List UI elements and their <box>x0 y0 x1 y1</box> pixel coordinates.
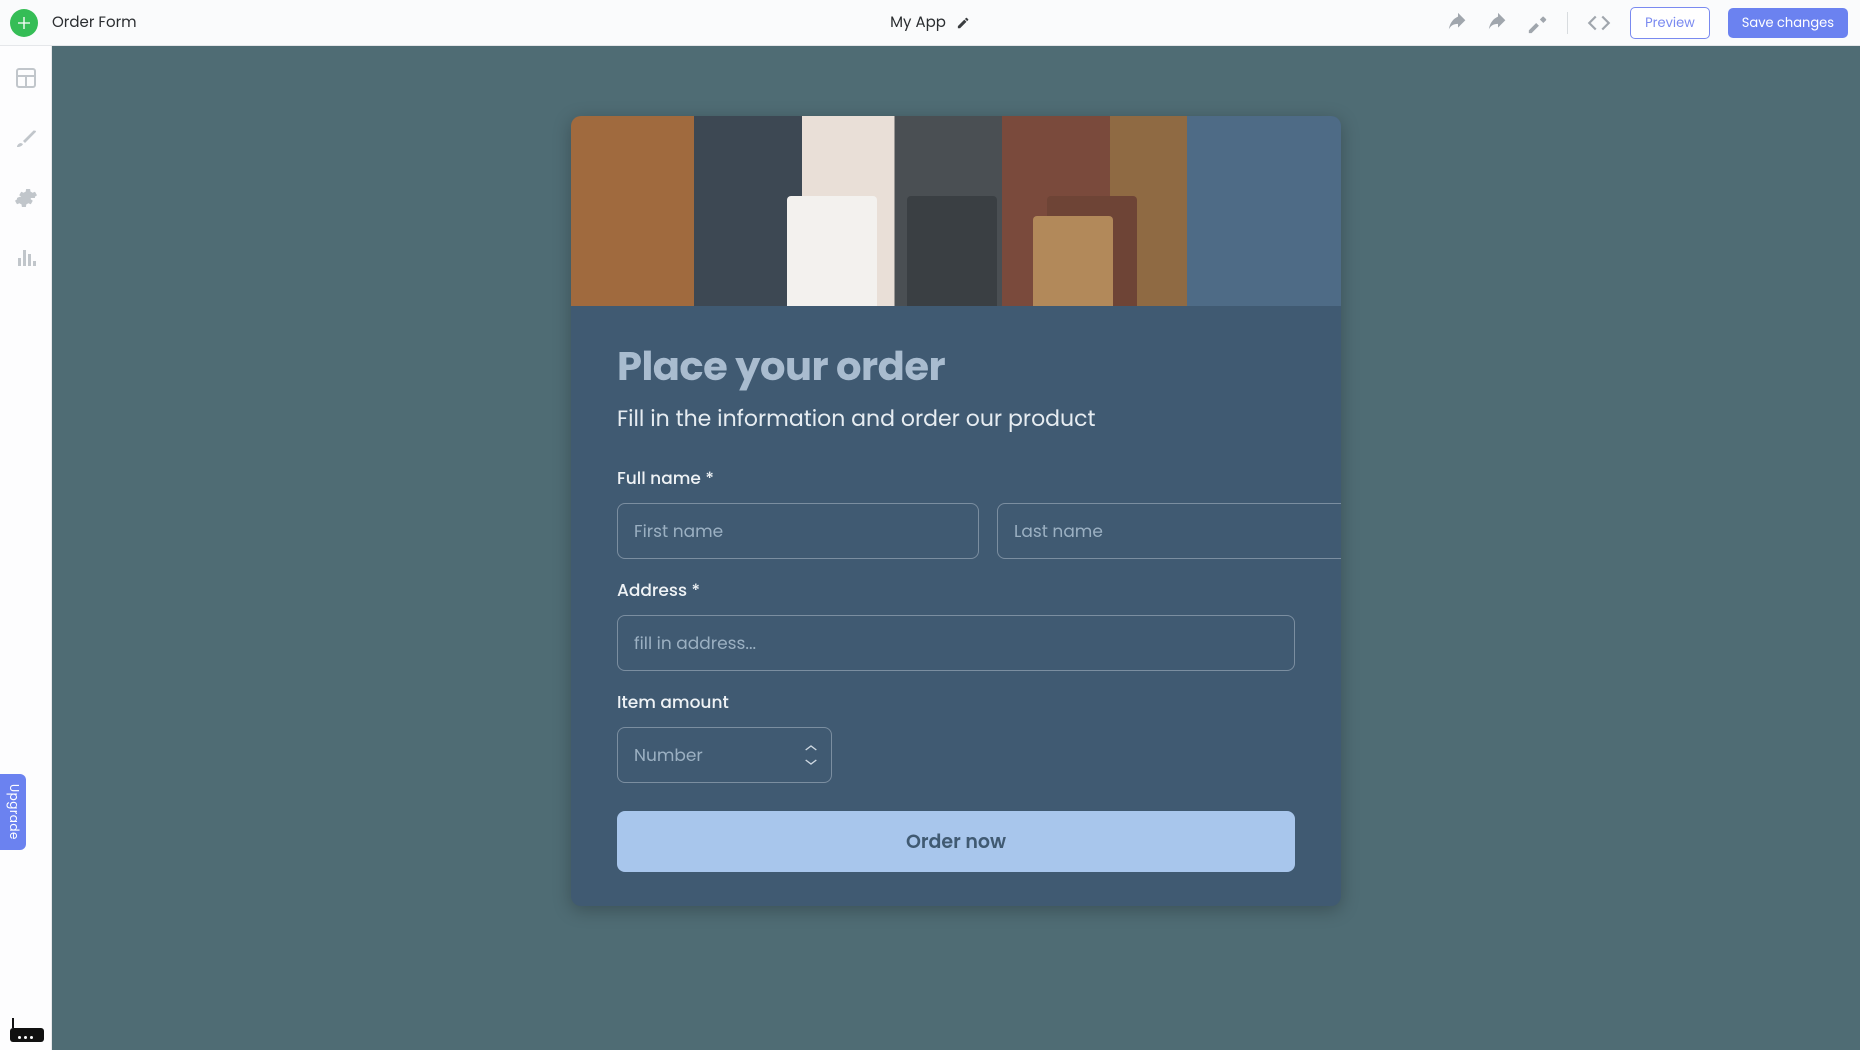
pencil-icon[interactable] <box>956 16 970 30</box>
upgrade-tab[interactable]: Upgrade <box>0 774 26 850</box>
chevron-down-icon[interactable] <box>803 756 819 768</box>
chevron-up-icon[interactable] <box>803 742 819 754</box>
app-name: My App <box>890 11 946 34</box>
last-name-input[interactable] <box>997 503 1341 559</box>
order-now-button[interactable]: Order now <box>617 811 1295 872</box>
redo-icon[interactable] <box>1487 12 1509 34</box>
page-title: Order Form <box>52 11 137 34</box>
form-heading: Place your order <box>617 336 1295 396</box>
order-form-card: Place your order Fill in the information… <box>571 116 1341 906</box>
item-amount-label: Item amount <box>617 689 1295 715</box>
logo[interactable] <box>10 9 38 37</box>
layout-icon[interactable] <box>14 66 38 90</box>
assistant-bot-icon[interactable] <box>6 1016 46 1042</box>
logo-icon <box>16 15 32 31</box>
first-name-input[interactable] <box>617 503 979 559</box>
undo-icon[interactable] <box>1447 12 1469 34</box>
gear-icon[interactable] <box>14 186 38 210</box>
hammer-icon[interactable] <box>1527 12 1549 34</box>
sidebar <box>0 46 52 1050</box>
app-name-block[interactable]: My App <box>890 11 970 34</box>
topbar: Order Form My App Preview Save changes <box>0 0 1860 46</box>
chart-icon[interactable] <box>14 246 38 270</box>
toolbar: Preview Save changes <box>1447 7 1848 39</box>
brush-icon[interactable] <box>14 126 38 150</box>
code-icon[interactable] <box>1586 10 1612 36</box>
address-label: Address * <box>617 577 1295 603</box>
toolbar-divider <box>1567 12 1568 34</box>
canvas[interactable]: Place your order Fill in the information… <box>52 46 1860 1050</box>
form-subheading: Fill in the information and order our pr… <box>617 402 1295 435</box>
full-name-label: Full name * <box>617 465 1295 491</box>
save-button[interactable]: Save changes <box>1728 8 1848 38</box>
address-input[interactable] <box>617 615 1295 671</box>
item-amount-stepper[interactable] <box>617 727 832 783</box>
hero-image <box>571 116 1341 306</box>
preview-button[interactable]: Preview <box>1630 7 1710 39</box>
